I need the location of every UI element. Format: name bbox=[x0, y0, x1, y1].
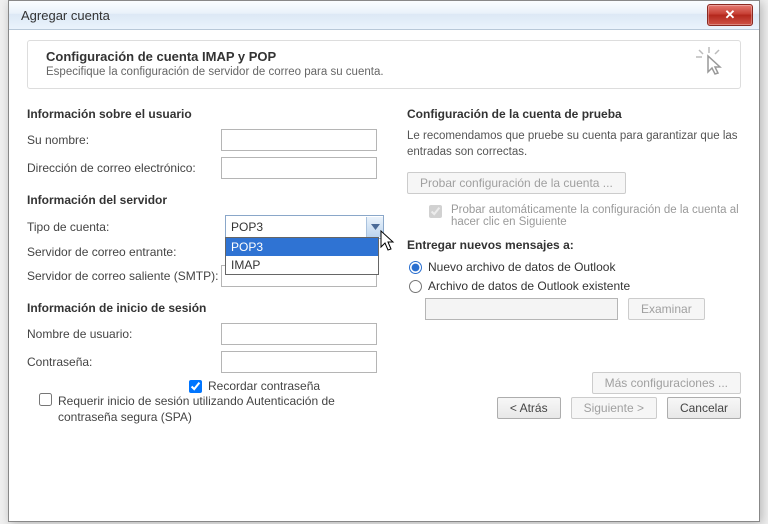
wizard-header: Configuración de cuenta IMAP y POP Espec… bbox=[27, 40, 741, 89]
mouse-cursor-icon bbox=[380, 230, 396, 255]
titlebar[interactable]: Agregar cuenta ✕ bbox=[9, 1, 759, 30]
test-account-button[interactable]: Probar configuración de la cuenta ... bbox=[407, 172, 626, 194]
section-login-info: Información de inicio de sesión bbox=[27, 301, 377, 315]
close-button[interactable]: ✕ bbox=[707, 4, 753, 26]
password-label: Contraseña: bbox=[27, 355, 221, 369]
add-account-dialog: Agregar cuenta ✕ Configuración de cuenta… bbox=[8, 0, 760, 522]
section-deliver: Entregar nuevos mensajes a: bbox=[407, 238, 741, 252]
data-file-path-input bbox=[425, 298, 618, 320]
email-label: Dirección de correo electrónico: bbox=[27, 161, 221, 175]
back-button[interactable]: < Atrás bbox=[497, 397, 561, 419]
account-type-combobox[interactable]: POP3 bbox=[225, 215, 384, 239]
outgoing-label: Servidor de correo saliente (SMTP): bbox=[27, 269, 221, 283]
wizard-subtitle: Especifique la configuración de servidor… bbox=[46, 66, 722, 78]
section-server-info: Información del servidor bbox=[27, 193, 377, 207]
left-column: Información sobre el usuario Su nombre: … bbox=[27, 107, 377, 433]
deliver-existing-radio[interactable] bbox=[409, 280, 422, 293]
username-label: Nombre de usuario: bbox=[27, 327, 221, 341]
account-type-dropdown: POP3 IMAP bbox=[225, 237, 379, 275]
remember-password-label: Recordar contraseña bbox=[208, 379, 320, 393]
deliver-new-label: Nuevo archivo de datos de Outlook bbox=[428, 260, 615, 274]
name-label: Su nombre: bbox=[27, 133, 221, 147]
account-type-option-pop3[interactable]: POP3 bbox=[226, 238, 378, 256]
email-input[interactable] bbox=[221, 157, 377, 179]
right-column: Configuración de la cuenta de prueba Le … bbox=[407, 107, 741, 433]
name-input[interactable] bbox=[221, 129, 377, 151]
next-button[interactable]: Siguiente > bbox=[571, 397, 657, 419]
spa-checkbox[interactable] bbox=[39, 393, 52, 406]
spa-label: Requerir inicio de sesión utilizando Aut… bbox=[58, 393, 377, 425]
auto-test-label: Probar automáticamente la configuración … bbox=[451, 204, 741, 228]
wizard-title: Configuración de cuenta IMAP y POP bbox=[46, 49, 722, 64]
window-title: Agregar cuenta bbox=[21, 8, 110, 23]
incoming-label: Servidor de correo entrante: bbox=[27, 245, 225, 259]
account-type-label: Tipo de cuenta: bbox=[27, 220, 225, 234]
remember-password-checkbox[interactable] bbox=[189, 380, 202, 393]
section-user-info: Información sobre el usuario bbox=[27, 107, 377, 121]
deliver-new-radio[interactable] bbox=[409, 261, 422, 274]
cancel-button[interactable]: Cancelar bbox=[667, 397, 741, 419]
cursor-illustration-icon bbox=[696, 47, 726, 80]
deliver-existing-label: Archivo de datos de Outlook existente bbox=[428, 279, 630, 293]
password-input[interactable] bbox=[221, 351, 377, 373]
wizard-footer: < Atrás Siguiente > Cancelar bbox=[497, 397, 741, 419]
username-input[interactable] bbox=[221, 323, 377, 345]
auto-test-checkbox bbox=[429, 205, 442, 218]
more-settings-button[interactable]: Más configuraciones ... bbox=[592, 372, 741, 394]
browse-button[interactable]: Examinar bbox=[628, 298, 705, 320]
test-description: Le recomendamos que pruebe su cuenta par… bbox=[407, 129, 741, 160]
account-type-option-imap[interactable]: IMAP bbox=[226, 256, 378, 274]
close-icon: ✕ bbox=[725, 7, 736, 23]
section-test: Configuración de la cuenta de prueba bbox=[407, 107, 741, 121]
account-type-selected: POP3 bbox=[231, 220, 263, 234]
